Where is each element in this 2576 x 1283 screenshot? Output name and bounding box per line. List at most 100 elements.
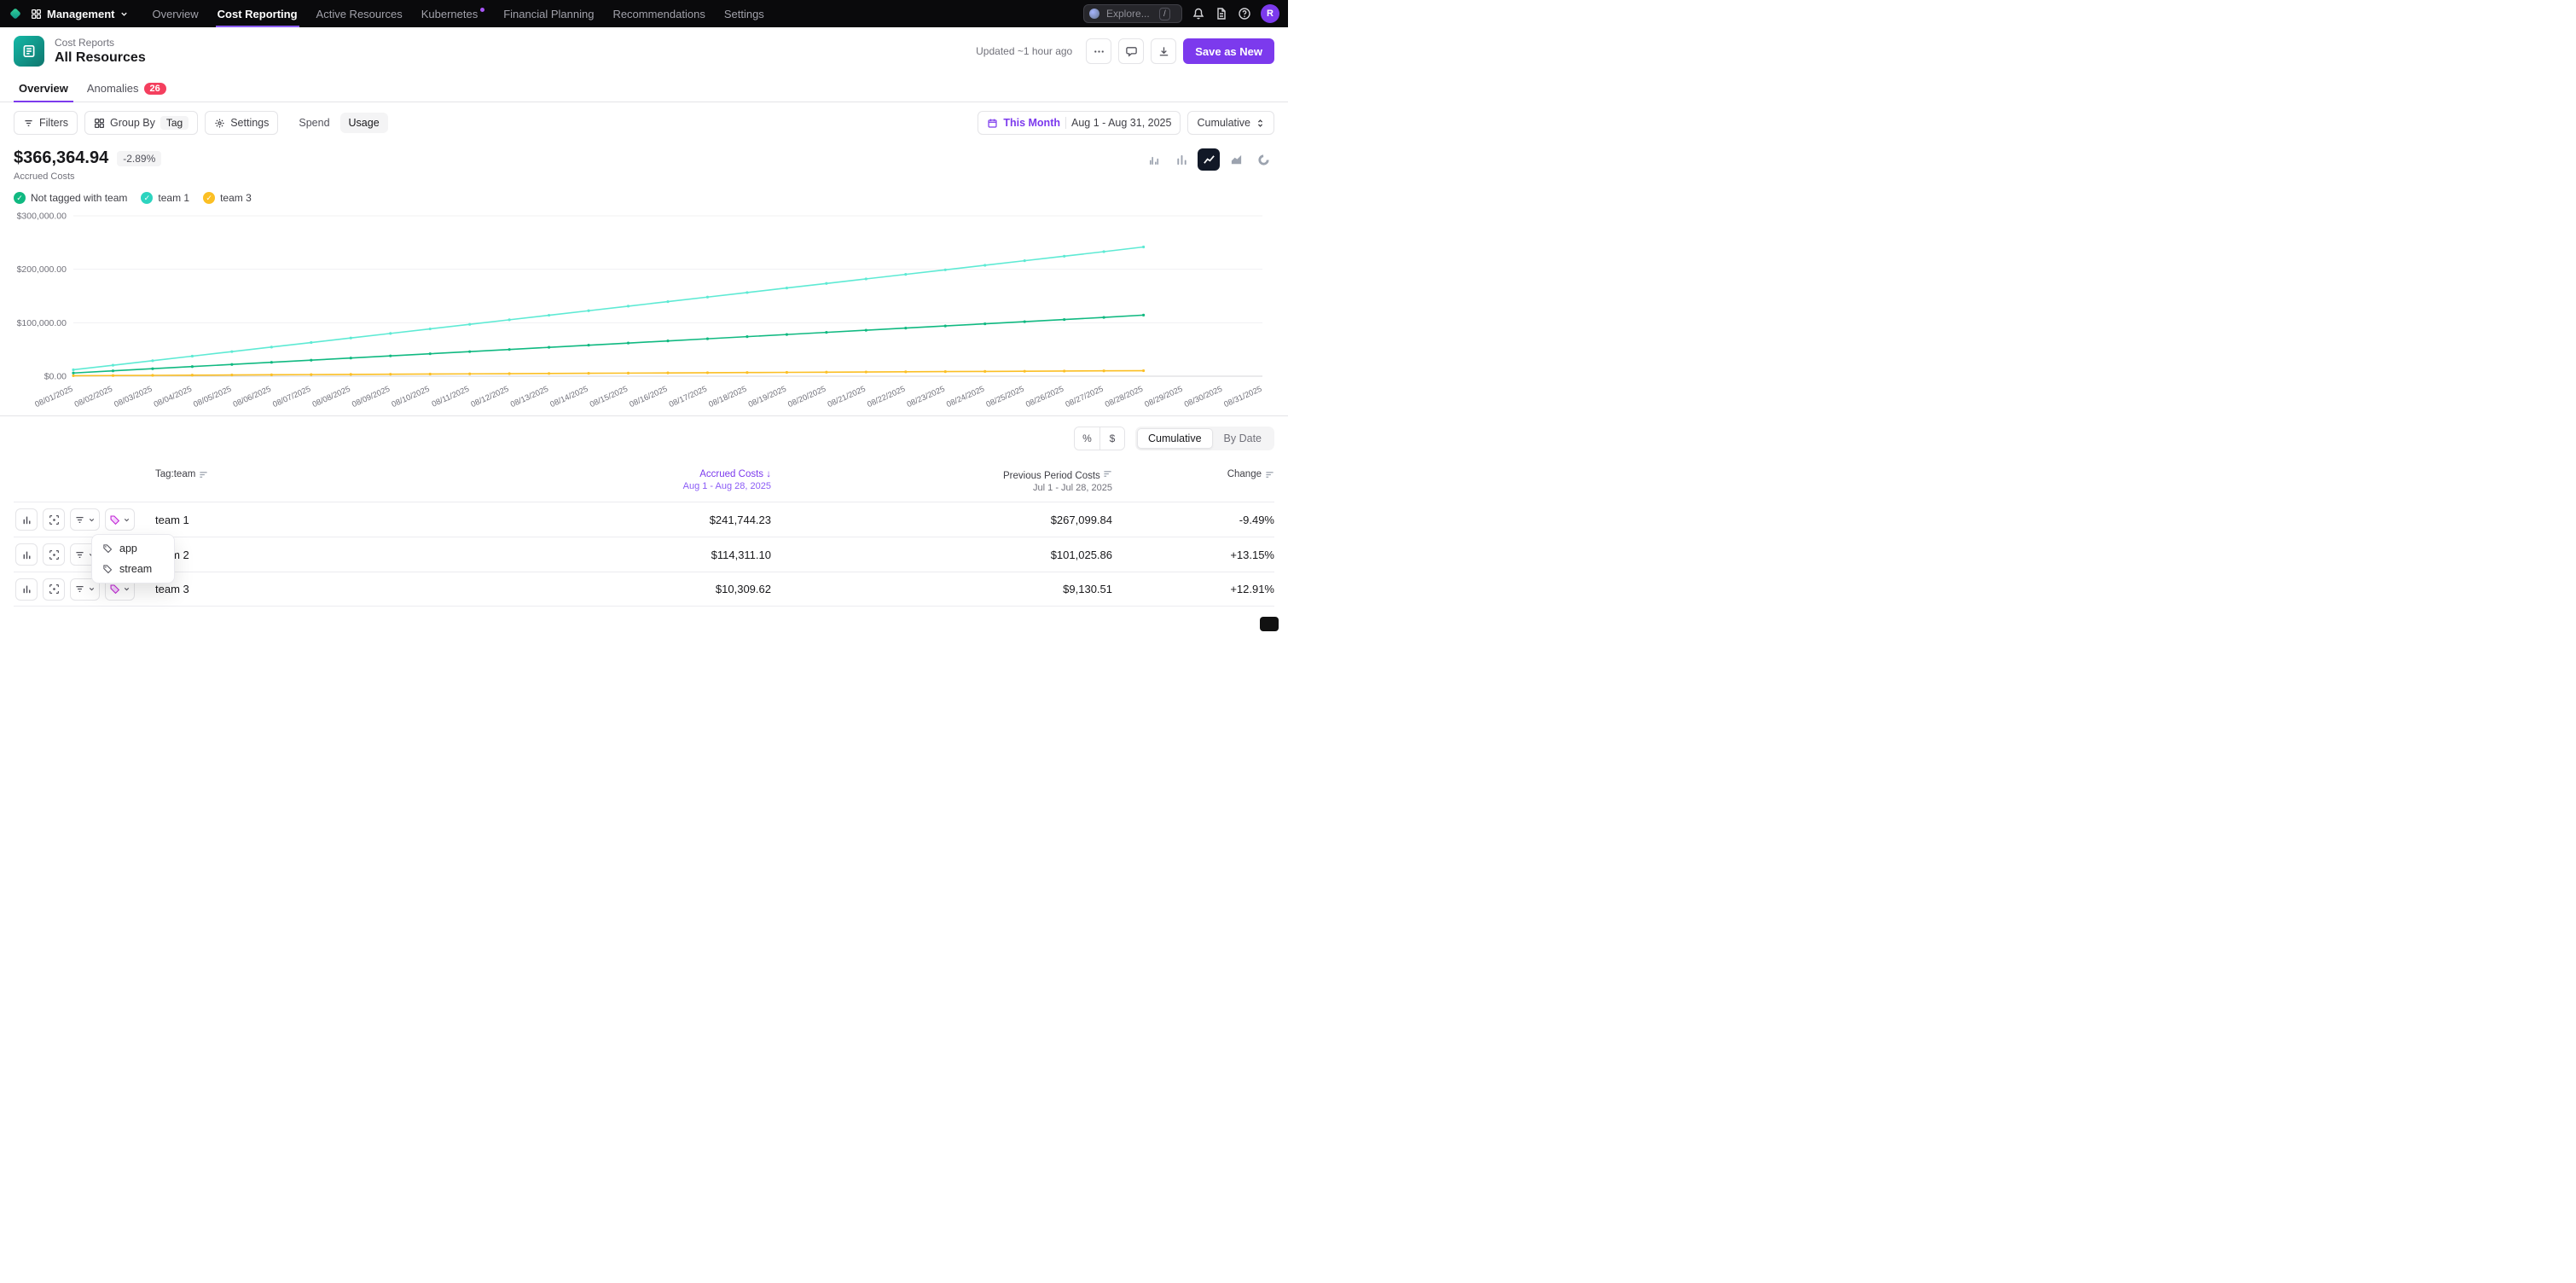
feedback-button[interactable]	[1118, 38, 1144, 64]
workspace-switcher[interactable]: Management	[31, 8, 129, 20]
percent-toggle[interactable]: %	[1075, 427, 1099, 450]
svg-text:08/11/2025: 08/11/2025	[431, 385, 471, 409]
column-header-accrued[interactable]: Accrued Costs ↓ Aug 1 - Aug 28, 2025	[498, 469, 771, 491]
grouped-bar-chart-button[interactable]	[1143, 148, 1165, 171]
tag-icon	[102, 543, 113, 554]
nav-item-financial-planning[interactable]: Financial Planning	[494, 0, 603, 27]
vantage-logo-icon[interactable]	[9, 7, 22, 20]
row-accrued-cost: $114,311.10	[498, 549, 771, 561]
aggregation-select[interactable]: Cumulative	[1187, 111, 1274, 135]
row-chart-button[interactable]	[15, 543, 38, 566]
workspace-label: Management	[47, 8, 114, 20]
line-chart-button[interactable]	[1198, 148, 1220, 171]
svg-text:08/23/2025: 08/23/2025	[906, 385, 947, 409]
row-filter-dropdown[interactable]	[70, 508, 100, 531]
report-toolbar: Filters Group By Tag Settings Spend Usag…	[0, 102, 1288, 143]
nav-item-kubernetes-label: Kubernetes	[421, 8, 479, 20]
svg-text:08/14/2025: 08/14/2025	[548, 385, 589, 409]
by-date-toggle[interactable]: By Date	[1213, 428, 1273, 449]
line-chart-icon	[1203, 154, 1215, 166]
user-avatar[interactable]: R	[1261, 4, 1279, 23]
column-header-group[interactable]: Tag:team	[150, 469, 498, 479]
tab-overview[interactable]: Overview	[14, 75, 73, 102]
column-header-change[interactable]: Change	[1112, 469, 1274, 479]
svg-text:08/21/2025: 08/21/2025	[827, 385, 867, 409]
save-as-new-button[interactable]: Save as New	[1183, 38, 1274, 64]
tab-anomalies[interactable]: Anomalies 26	[82, 75, 171, 102]
sort-icon	[1265, 470, 1274, 479]
group-by-button[interactable]: Group By Tag	[84, 111, 198, 135]
gear-icon	[214, 118, 225, 129]
svg-text:08/06/2025: 08/06/2025	[232, 385, 273, 409]
row-group-name[interactable]: team 3	[150, 583, 498, 595]
widget-button[interactable]	[1260, 617, 1279, 631]
cost-table: Tag:team Accrued Costs ↓ Aug 1 - Aug 28,…	[14, 462, 1274, 607]
check-circle-icon: ✓	[203, 192, 215, 204]
notifications-button[interactable]	[1192, 7, 1205, 20]
spend-usage-toggle: Spend Usage	[290, 113, 387, 133]
grouped-bar-icon	[1148, 154, 1161, 166]
row-group-name[interactable]: team 1	[150, 514, 498, 526]
nav-item-recommendations[interactable]: Recommendations	[603, 0, 714, 27]
nav-item-settings[interactable]: Settings	[715, 0, 774, 27]
date-preset-label: This Month	[1003, 117, 1060, 129]
group-by-value-chip[interactable]: Tag	[160, 116, 189, 130]
bar-chart-icon	[21, 583, 32, 595]
pie-chart-button[interactable]	[1252, 148, 1274, 171]
nav-item-active-resources[interactable]: Active Resources	[307, 0, 412, 27]
settings-label: Settings	[230, 117, 269, 129]
shortcut-key: /	[1159, 8, 1170, 20]
legend-item-not-tagged[interactable]: ✓ Not tagged with team	[14, 192, 127, 204]
column-header-previous[interactable]: Previous Period Costs Jul 1 - Jul 28, 20…	[771, 469, 1112, 493]
help-button[interactable]	[1238, 7, 1251, 20]
row-chart-button[interactable]	[15, 508, 38, 531]
report-tabs: Overview Anomalies 26	[0, 75, 1288, 102]
nav-item-cost-reporting[interactable]: Cost Reporting	[208, 0, 307, 27]
settings-button[interactable]: Settings	[205, 111, 278, 135]
cumulative-toggle[interactable]: Cumulative	[1137, 428, 1213, 449]
chart-area[interactable]: $0.00$100,000.00$200,000.00$300,000.0008…	[0, 206, 1288, 415]
table-row: app stream team 1 $241,744.23 $267,099.8…	[14, 502, 1274, 537]
filters-button[interactable]: Filters	[14, 111, 78, 135]
nav-links: Overview Cost Reporting Active Resources…	[142, 0, 773, 27]
sort-icon	[1103, 469, 1112, 479]
svg-text:08/12/2025: 08/12/2025	[469, 385, 510, 409]
nav-item-kubernetes[interactable]: Kubernetes	[412, 0, 495, 27]
legend-item-team-3[interactable]: ✓ team 3	[203, 192, 252, 204]
svg-text:08/30/2025: 08/30/2025	[1183, 385, 1224, 409]
page-header: Cost Reports All Resources Updated ~1 ho…	[0, 27, 1288, 75]
check-circle-icon: ✓	[141, 192, 153, 204]
nav-item-overview[interactable]: Overview	[142, 0, 207, 27]
bar-chart-button[interactable]	[1170, 148, 1192, 171]
date-range-label: Aug 1 - Aug 31, 2025	[1071, 117, 1171, 129]
usage-toggle[interactable]: Usage	[340, 113, 388, 133]
more-actions-button[interactable]	[1086, 38, 1111, 64]
row-accrued-cost: $10,309.62	[498, 583, 771, 595]
svg-text:08/02/2025: 08/02/2025	[73, 385, 114, 409]
date-range-button[interactable]: This Month Aug 1 - Aug 31, 2025	[978, 111, 1181, 135]
previous-column-label: Previous Period Costs	[1003, 469, 1112, 481]
legend-item-team-1[interactable]: ✓ team 1	[141, 192, 189, 204]
tag-menu-label: stream	[119, 563, 152, 575]
row-change: +12.91%	[1112, 583, 1274, 595]
search-input[interactable]	[1105, 7, 1154, 20]
spend-toggle[interactable]: Spend	[290, 113, 338, 133]
area-chart-button[interactable]	[1225, 148, 1247, 171]
row-focus-button[interactable]	[43, 578, 65, 601]
title-block: Cost Reports All Resources	[55, 37, 146, 66]
svg-text:08/10/2025: 08/10/2025	[391, 385, 432, 409]
breadcrumb[interactable]: Cost Reports	[55, 37, 146, 49]
docs-button[interactable]	[1215, 7, 1228, 20]
row-focus-button[interactable]	[43, 508, 65, 531]
calendar-icon	[987, 118, 998, 129]
explore-search[interactable]: /	[1083, 4, 1182, 23]
dollar-toggle[interactable]: $	[1099, 427, 1124, 450]
cost-chart[interactable]: $0.00$100,000.00$200,000.00$300,000.0008…	[14, 207, 1274, 410]
row-focus-button[interactable]	[43, 543, 65, 566]
row-tag-dropdown[interactable]	[105, 508, 135, 531]
download-button[interactable]	[1151, 38, 1176, 64]
tag-menu-item-app[interactable]: app	[96, 538, 171, 559]
tag-menu-item-stream[interactable]: stream	[96, 559, 171, 579]
row-group-name[interactable]: team 2	[150, 549, 498, 561]
row-chart-button[interactable]	[15, 578, 38, 601]
